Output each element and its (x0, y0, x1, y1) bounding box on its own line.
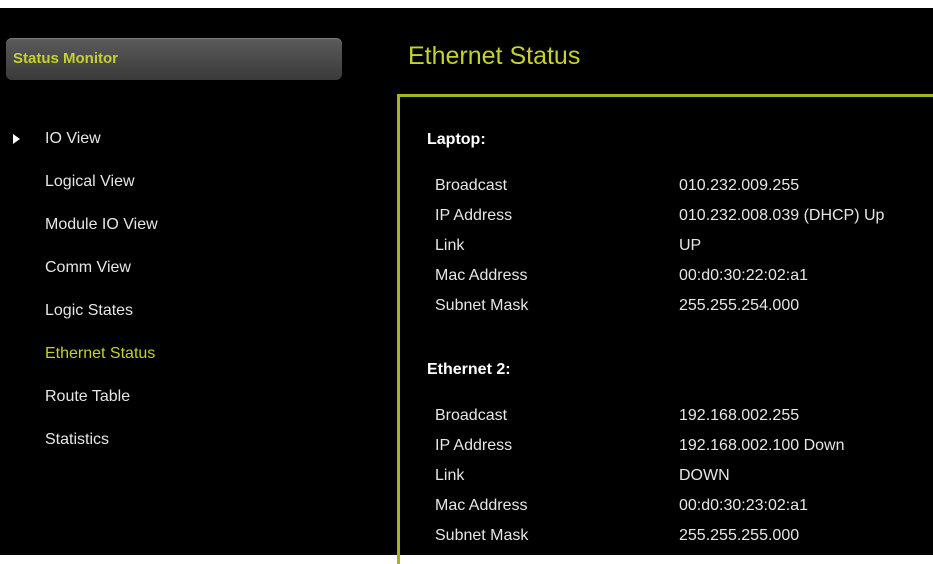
row-value: 192.168.002.255 (679, 407, 800, 424)
row-value: 255.255.254.000 (679, 297, 800, 314)
sidebar-header: Status Monitor (6, 38, 342, 80)
row-value: 010.232.008.039 (DHCP) Up (679, 207, 885, 224)
sidebar-item-label: IO View (45, 130, 101, 147)
row-key: Mac Address (435, 267, 528, 284)
status-row: Link DOWN (435, 467, 933, 489)
row-key: Broadcast (435, 407, 508, 424)
row-key: Subnet Mask (435, 297, 529, 314)
row-value: 00:d0:30:22:02:a1 (679, 267, 809, 284)
status-row: Broadcast 192.168.002.255 (435, 407, 933, 429)
row-key: Link (435, 467, 465, 484)
status-row: Subnet Mask 255.255.254.000 (435, 297, 933, 319)
sidebar-item-statistics[interactable]: Statistics (0, 429, 340, 472)
row-value: 255.255.255.000 (679, 527, 800, 544)
status-row: Broadcast 010.232.009.255 (435, 177, 933, 199)
sidebar-item-label: Module IO View (45, 216, 158, 233)
sidebar-title: Status Monitor (13, 50, 118, 67)
status-row: Subnet Mask 255.255.255.000 (435, 527, 933, 549)
row-value: UP (679, 237, 702, 254)
status-row: IP Address 192.168.002.100 Down (435, 437, 933, 459)
sidebar-item-route-table[interactable]: Route Table (0, 386, 340, 429)
sidebar-item-label: Route Table (45, 388, 131, 405)
ethernet-status-panel: Laptop: Broadcast 010.232.009.255 IP Add… (397, 94, 933, 564)
row-key: IP Address (435, 437, 513, 454)
sidebar-item-io-view[interactable]: IO View (0, 128, 340, 171)
sidebar-item-label: Ethernet Status (45, 345, 156, 362)
sidebar-item-module-io-view[interactable]: Module IO View (0, 214, 340, 257)
sidebar-item-label: Logical View (45, 173, 135, 190)
sidebar-nav: IO View Logical View Module IO View Comm… (0, 128, 340, 472)
status-row: Link UP (435, 237, 933, 259)
row-key: Broadcast (435, 177, 508, 194)
sidebar-item-logical-view[interactable]: Logical View (0, 171, 340, 214)
section-title-laptop: Laptop: (427, 131, 486, 148)
sidebar-item-label: Statistics (45, 431, 110, 448)
sidebar-item-logic-states[interactable]: Logic States (0, 300, 340, 343)
row-key: Link (435, 237, 465, 254)
section-title-ethernet-2: Ethernet 2: (427, 361, 511, 378)
row-value: 010.232.009.255 (679, 177, 800, 194)
status-row: Mac Address 00:d0:30:22:02:a1 (435, 267, 933, 289)
row-value: 192.168.002.100 Down (679, 437, 845, 454)
row-value: DOWN (679, 467, 730, 484)
status-row: IP Address 010.232.008.039 (DHCP) Up (435, 207, 933, 229)
sidebar-item-label: Comm View (45, 259, 131, 276)
current-arrow-icon (13, 134, 20, 144)
row-key: Subnet Mask (435, 527, 529, 544)
sidebar-item-ethernet-status[interactable]: Ethernet Status (0, 343, 340, 386)
row-key: Mac Address (435, 497, 528, 514)
sidebar-item-label: Logic States (45, 302, 134, 319)
status-row: Mac Address 00:d0:30:23:02:a1 (435, 497, 933, 519)
row-value: 00:d0:30:23:02:a1 (679, 497, 809, 514)
app-frame: Status Monitor IO View Logical View Modu… (0, 8, 933, 564)
row-key: IP Address (435, 207, 513, 224)
page-title: Ethernet Status (408, 42, 581, 70)
sidebar-item-comm-view[interactable]: Comm View (0, 257, 340, 300)
